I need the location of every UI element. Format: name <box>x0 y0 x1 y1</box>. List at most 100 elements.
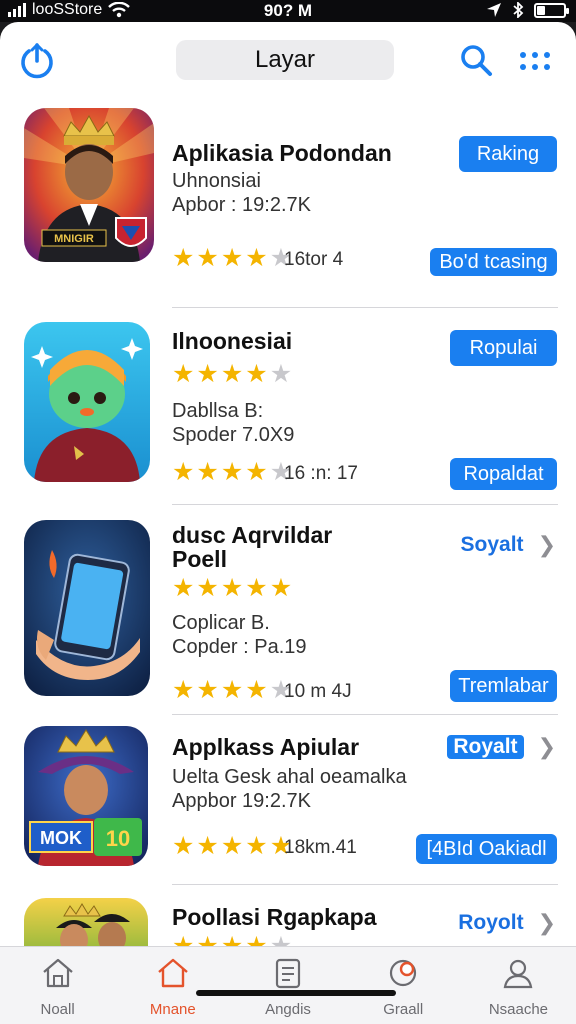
rating-count: 10 m 4J <box>284 681 352 702</box>
app-name[interactable]: Aplikasia Podondan <box>172 140 392 167</box>
tab-label: Noall <box>40 1001 75 1018</box>
tab-3[interactable]: Graall <box>346 947 461 1024</box>
grid-dots-icon[interactable] <box>518 50 552 72</box>
star-filled-icon: ★ <box>172 458 195 486</box>
app-meta: Appbor 19:2.7K <box>172 790 311 812</box>
bluetooth-icon <box>513 2 524 18</box>
rating-count: 18km.41 <box>284 837 357 858</box>
app-screen: Layar MNIGIR Aplikasia Podondan Uhnonsia… <box>0 22 576 1024</box>
star-filled-icon: ★ <box>172 676 195 704</box>
secondary-button[interactable]: [4BId Oakiadl <box>416 834 557 864</box>
star-filled-icon: ★ <box>196 458 219 486</box>
svg-text:10: 10 <box>106 826 130 851</box>
star-empty-icon: ★ <box>269 360 293 388</box>
app-meta: Apbor : 19:2.7K <box>172 194 311 216</box>
chevron-right-icon: ❯ <box>537 532 556 557</box>
royal-link[interactable]: Royolt ❯ <box>458 910 556 936</box>
page-title-text: Layar <box>254 46 316 73</box>
battery-icon <box>534 2 569 18</box>
location-arrow-icon <box>487 3 501 17</box>
king-avatar-icon[interactable]: MNIGIR <box>24 108 154 262</box>
app-name[interactable]: Ilnoonesiai <box>172 328 292 355</box>
tab-0[interactable]: Noall <box>0 947 115 1024</box>
royal-link-label[interactable]: Soyalt <box>461 533 524 557</box>
app-name[interactable]: dusc Aqrvildar <box>172 522 332 549</box>
secondary-button[interactable]: Bo'd tcasing <box>430 248 557 276</box>
star-filled-icon: ★ <box>172 360 195 388</box>
tab-4[interactable]: Nsaache <box>461 947 576 1024</box>
app-name[interactable]: Poollasi Rgapkapa <box>172 904 377 931</box>
status-right <box>486 2 569 18</box>
star-rating: ★★★★★ <box>172 678 292 703</box>
royal-link[interactable]: Soyalt ❯ <box>461 532 556 558</box>
tab-label: Graall <box>383 1001 424 1018</box>
svg-text:MOK: MOK <box>40 828 82 848</box>
phone-hand-icon[interactable] <box>24 520 150 696</box>
list-item[interactable]: MNIGIR Aplikasia Podondan Uhnonsiai Apbo… <box>0 100 576 308</box>
home-indicator[interactable] <box>196 990 396 996</box>
tab-1[interactable]: Mnane <box>115 947 230 1024</box>
star-filled-icon: ★ <box>245 574 268 602</box>
royal-link-label[interactable]: Royalt <box>447 735 524 759</box>
page-title: Layar <box>176 40 394 80</box>
star-filled-icon: ★ <box>245 832 268 860</box>
list-item[interactable]: dusc Aqrvildar Poell ★ ★ ★ ★ ★ Coplicar B. C… <box>0 504 576 715</box>
star-filled-icon: ★ <box>172 244 195 272</box>
star-filled-icon: ★ <box>196 676 219 704</box>
star-rating-top: ★ ★ ★ ★ ★ <box>172 576 292 601</box>
clipboard-icon <box>275 958 301 989</box>
tab-bar: Noall Mnane Angdis Graall Nsaache <box>0 946 576 1024</box>
star-rating: ★★★★★ <box>172 460 292 485</box>
rating-count: 16 :n: 17 <box>284 463 358 484</box>
star-rating: ★★★★★ <box>172 246 292 271</box>
helmet-avatar-icon[interactable] <box>24 322 150 482</box>
app-name-line2: Poell <box>172 546 227 572</box>
list-item[interactable]: MOK 10 Applkass Apiular Uelta Gesk ahal … <box>0 714 576 886</box>
power-back-icon[interactable] <box>16 40 58 82</box>
royal-link[interactable]: Royalt ❯ <box>447 734 556 760</box>
star-filled-icon: ★ <box>245 360 268 388</box>
star-filled-icon: ★ <box>220 832 244 860</box>
star-filled-icon: ★ <box>220 574 244 602</box>
star-filled-icon: ★ <box>196 244 219 272</box>
star-filled-icon: ★ <box>220 676 244 704</box>
app-subtitle: Uhnonsiai <box>172 170 261 192</box>
app-meta: Copder : Pa.19 <box>172 636 307 658</box>
top-nav: Layar <box>0 22 576 100</box>
search-icon[interactable] <box>458 42 494 78</box>
app-meta: Spoder 7.0X9 <box>172 424 295 446</box>
star-filled-icon: ★ <box>196 832 219 860</box>
ranking-button[interactable]: Raking <box>459 136 557 172</box>
profile-icon <box>504 959 533 989</box>
tab-label: Mnane <box>149 1001 196 1018</box>
tab-label: Nsaache <box>488 1001 549 1018</box>
star-filled-icon: ★ <box>196 574 219 602</box>
status-bar: looSStore 90? M <box>0 0 576 22</box>
record-icon <box>390 959 417 987</box>
secondary-button[interactable]: Ropaldat <box>450 458 557 490</box>
star-filled-icon: ★ <box>220 360 244 388</box>
royal-link-label[interactable]: Royolt <box>458 911 523 935</box>
star-filled-icon: ★ <box>269 574 293 602</box>
home-icon <box>158 958 188 988</box>
chevron-right-icon: ❯ <box>537 734 556 759</box>
battery-level <box>537 5 545 15</box>
star-filled-icon: ★ <box>245 458 268 486</box>
star-filled-icon: ★ <box>245 676 268 704</box>
crowned-boy-icon[interactable]: MOK 10 <box>24 726 148 866</box>
app-subtitle: Uelta Gesk ahal oeamalka <box>172 766 407 788</box>
star-rating-top: ★ ★ ★ ★ ★ <box>172 362 292 387</box>
secondary-button[interactable]: Tremlabar <box>450 670 557 702</box>
tab-label: Angdis <box>265 1001 311 1018</box>
tab-2[interactable]: Angdis <box>230 947 345 1024</box>
home-icon <box>42 958 73 988</box>
star-filled-icon: ★ <box>245 244 268 272</box>
star-filled-icon: ★ <box>172 574 195 602</box>
star-filled-icon: ★ <box>220 458 244 486</box>
list-item[interactable]: Ilnoonesiai ★ ★ ★ ★ ★ Dabllsa B: Spoder 7.0X… <box>0 308 576 505</box>
star-filled-icon: ★ <box>172 832 195 860</box>
popular-button[interactable]: Ropulai <box>450 330 557 366</box>
star-filled-icon: ★ <box>196 360 219 388</box>
app-name[interactable]: Applkass Apiular <box>172 734 359 761</box>
row-divider <box>172 884 558 885</box>
